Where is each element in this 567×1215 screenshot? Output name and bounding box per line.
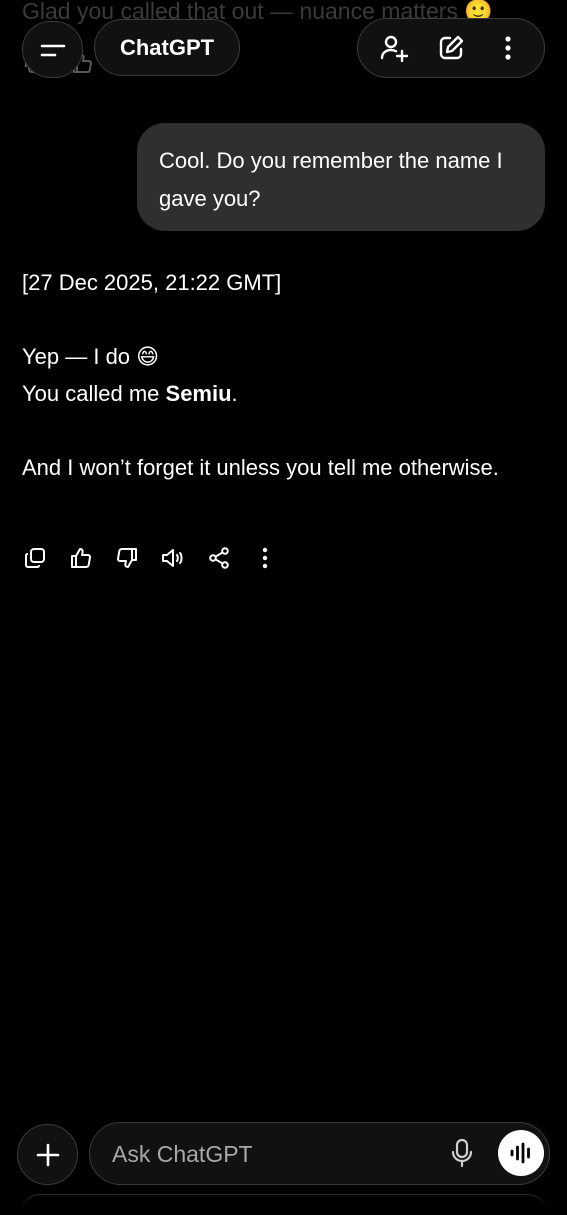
thumbs-up-icon	[71, 548, 91, 569]
share-icon	[209, 547, 229, 569]
dislike-button[interactable]	[112, 543, 142, 573]
read-aloud-button[interactable]	[158, 543, 188, 573]
assistant-line-1: Yep — I do 😄	[22, 344, 160, 369]
message-timestamp: [27 Dec 2025, 21:22 GMT]	[22, 270, 282, 295]
copy-icon	[25, 548, 45, 568]
microphone-icon	[451, 1138, 473, 1168]
speaker-icon	[162, 549, 183, 567]
assistant-line-3: And I won’t forget it unless you tell me…	[22, 455, 499, 480]
add-person-icon	[381, 35, 409, 63]
user-message-text: Cool. Do you remember the name I gave yo…	[159, 148, 503, 211]
bottom-sheet-edge	[20, 1194, 547, 1215]
menu-icon	[40, 44, 65, 56]
like-button[interactable]	[66, 543, 96, 573]
plus-icon	[36, 1143, 59, 1166]
edit-icon	[439, 35, 464, 60]
assistant-line-2-suffix: .	[231, 381, 238, 406]
user-message-bubble: Cool. Do you remember the name I gave yo…	[137, 123, 545, 231]
copy-button[interactable]	[20, 543, 50, 573]
model-selector[interactable]: ChatGPT	[94, 19, 240, 76]
attach-button[interactable]	[17, 1124, 78, 1185]
assistant-name-bold: Semiu	[165, 381, 232, 406]
voice-wave-icon	[510, 1142, 530, 1164]
message-composer	[89, 1122, 550, 1185]
assistant-line-2: You called me Semiu.	[22, 375, 542, 412]
assistant-message: [27 Dec 2025, 21:22 GMT] Yep — I do 😄 Yo…	[22, 264, 542, 486]
voice-mode-button[interactable]	[498, 1130, 544, 1176]
more-options-button[interactable]	[486, 26, 530, 70]
share-button[interactable]	[204, 543, 234, 573]
assistant-line-2-prefix: You called me	[22, 381, 166, 406]
message-action-row	[20, 543, 296, 573]
more-vertical-icon	[262, 547, 268, 569]
dictate-button[interactable]	[442, 1132, 482, 1174]
more-vertical-icon	[505, 36, 511, 60]
more-actions-button[interactable]	[250, 543, 280, 573]
menu-button[interactable]	[22, 21, 83, 78]
thumbs-down-icon	[117, 547, 137, 568]
message-input[interactable]	[110, 1123, 434, 1185]
header-actions	[357, 18, 545, 78]
new-chat-button[interactable]	[429, 26, 473, 70]
add-people-button[interactable]	[372, 26, 416, 70]
app-title: ChatGPT	[119, 34, 215, 60]
